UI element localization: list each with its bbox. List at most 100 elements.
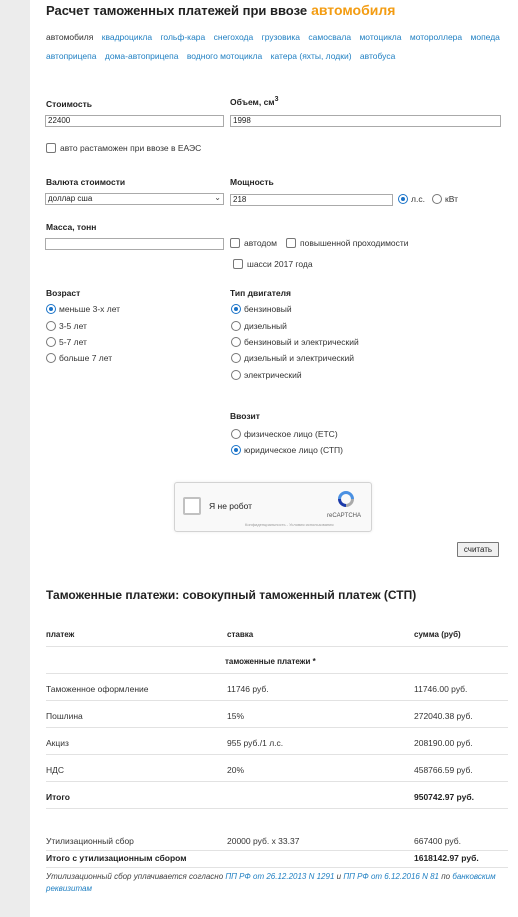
calculate-button[interactable]: считать (457, 542, 499, 557)
engine-radio-petrol-electric[interactable] (231, 337, 241, 347)
offroad-checkbox[interactable] (286, 238, 296, 248)
vehicle-link-motorcycle[interactable]: мотоцикла (359, 32, 401, 42)
engine-radio-diesel[interactable] (231, 321, 241, 331)
recaptcha-brand: reCAPTCHA (327, 513, 362, 519)
row-sum: 272040.38 руб. (414, 711, 473, 721)
age-option-3-5[interactable]: 3-5 лет (46, 321, 87, 331)
row-sum: 458766.59 руб. (414, 765, 473, 775)
engine-option-label: дизельный и электрический (244, 353, 355, 363)
vehicle-link-snowmobile[interactable]: снегохода (214, 32, 254, 42)
power-unit-hp[interactable]: л.с. (398, 194, 425, 204)
row-rate: 955 руб./1 л.с. (227, 738, 284, 748)
engine-label: Тип двигателя (230, 288, 291, 298)
power-unit-kw-radio[interactable] (432, 194, 442, 204)
currency-select[interactable]: доллар сша ⌄ (45, 193, 224, 205)
cost-label: Стоимость (46, 99, 92, 109)
note-link-pp-81[interactable]: ПП РФ от 6.12.2016 N 81 (343, 872, 439, 881)
mass-label: Масса, тонн (46, 222, 97, 232)
engine-option-petrol-electric[interactable]: бензиновый и электрический (231, 337, 359, 347)
offroad-checkbox-row[interactable]: повышенной проходимости (286, 238, 409, 248)
vehicle-link-trailer[interactable]: автоприцепа (46, 51, 97, 61)
engine-option-electric[interactable]: электрический (231, 370, 302, 380)
subheader-customs-payments: таможенные платежи * (225, 657, 316, 666)
util-fee-label: Утилизационный сбор (46, 836, 134, 846)
vehicle-link-scooter[interactable]: мотороллера (410, 32, 462, 42)
power-unit-hp-radio[interactable] (398, 194, 408, 204)
grand-total-value: 1618142.97 руб. (414, 853, 479, 863)
power-unit-kw[interactable]: кВт (432, 194, 458, 204)
engine-radio-electric[interactable] (231, 370, 241, 380)
total-label: Итого (46, 792, 70, 802)
importer-option-individual[interactable]: физическое лицо (ЕТС) (231, 429, 338, 439)
page-title: Расчет таможенных платежей при ввозе авто… (46, 2, 395, 18)
cost-input[interactable]: 22400 (45, 115, 224, 127)
divider (46, 754, 508, 755)
note-text: Утилизационный сбор уплачивается согласн… (46, 872, 226, 881)
power-unit-kw-label: кВт (445, 194, 458, 204)
row-sum: 208190.00 руб. (414, 738, 473, 748)
age-option-label: 5-7 лет (59, 337, 87, 347)
row-sum: 11746.00 руб. (414, 684, 468, 694)
age-option-5-7[interactable]: 5-7 лет (46, 337, 87, 347)
age-label: Возраст (46, 288, 81, 298)
vehicle-link-jet-ski[interactable]: водного мотоцикла (187, 51, 262, 61)
recaptcha-checkbox[interactable] (183, 497, 201, 515)
engine-radio-petrol[interactable] (231, 304, 241, 314)
importer-radio-legal[interactable] (231, 445, 241, 455)
power-input[interactable]: 218 (230, 194, 393, 206)
currency-select-value: доллар сша (48, 194, 93, 203)
eaes-checkbox-row[interactable]: авто растаможен при ввозе в ЕАЭС (46, 143, 201, 153)
vehicle-link-dump-truck[interactable]: самосвала (308, 32, 351, 42)
age-radio-3-5[interactable] (46, 321, 56, 331)
importer-radio-individual[interactable] (231, 429, 241, 439)
engine-option-diesel[interactable]: дизельный (231, 321, 287, 331)
age-option-label: меньше 3-х лет (59, 304, 121, 314)
engine-radio-diesel-electric[interactable] (231, 353, 241, 363)
autohome-checkbox-row[interactable]: автодом (230, 238, 277, 248)
row-name: Пошлина (46, 711, 83, 721)
chassis-checkbox-row[interactable]: шасси 2017 года (233, 259, 313, 269)
age-option-over-7[interactable]: больше 7 лет (46, 353, 112, 363)
note-text: и (334, 872, 344, 881)
power-unit-hp-label: л.с. (411, 194, 425, 204)
volume-label-text: Объем, см (230, 96, 275, 107)
vehicle-link-car[interactable]: автомобиля (46, 32, 93, 42)
age-radio-5-7[interactable] (46, 337, 56, 347)
volume-input[interactable]: 1998 (230, 115, 501, 127)
vehicle-link-camper-trailer[interactable]: дома-автоприцепа (105, 51, 179, 61)
eaes-checkbox[interactable] (46, 143, 56, 153)
autohome-checkbox[interactable] (230, 238, 240, 248)
recaptcha-terms-link[interactable]: Конфиденциальность - Условия использован… (245, 522, 334, 527)
engine-option-diesel-electric[interactable]: дизельный и электрический (231, 353, 354, 363)
volume-label-sup: 3 (274, 96, 279, 103)
title-accent: автомобиля (311, 2, 396, 18)
col-header-payment: платеж (46, 630, 75, 639)
age-option-label: 3-5 лет (59, 321, 87, 331)
age-radio-under-3[interactable] (46, 304, 56, 314)
divider (46, 850, 508, 851)
util-fee-value: 667400 руб. (414, 836, 461, 846)
row-name: НДС (46, 765, 65, 775)
mass-input[interactable] (45, 238, 224, 250)
vehicle-link-boat[interactable]: катера (яхты, лодки) (271, 51, 352, 61)
chassis-checkbox[interactable] (233, 259, 243, 269)
divider (46, 781, 508, 782)
vehicle-link-golf-cart[interactable]: гольф-кара (161, 32, 206, 42)
vehicle-link-moped[interactable]: мопеда (471, 32, 500, 42)
engine-option-petrol[interactable]: бензиновый (231, 304, 292, 314)
importer-option-legal[interactable]: юридическое лицо (СТП) (231, 445, 343, 455)
divider (46, 673, 508, 674)
age-option-under-3[interactable]: меньше 3-х лет (46, 304, 120, 314)
vehicle-link-truck[interactable]: грузовика (262, 32, 300, 42)
engine-option-label: электрический (244, 370, 302, 380)
importer-option-label: физическое лицо (ЕТС) (244, 429, 338, 439)
note-link-pp-1291[interactable]: ПП РФ от 26.12.2013 N 1291 (225, 872, 334, 881)
vehicle-link-bus[interactable]: автобуса (360, 51, 395, 61)
age-radio-over-7[interactable] (46, 353, 56, 363)
vehicle-link-quad[interactable]: квадроцикла (102, 32, 152, 42)
eaes-checkbox-label: авто растаможен при ввозе в ЕАЭС (60, 143, 202, 153)
grand-total-label: Итого с утилизационным сбором (46, 853, 187, 863)
util-fee-rate: 20000 руб. x 33.37 (227, 836, 300, 846)
util-fee-note: Утилизационный сбор уплачивается согласн… (46, 871, 506, 895)
col-header-sum: сумма (руб) (414, 630, 461, 639)
